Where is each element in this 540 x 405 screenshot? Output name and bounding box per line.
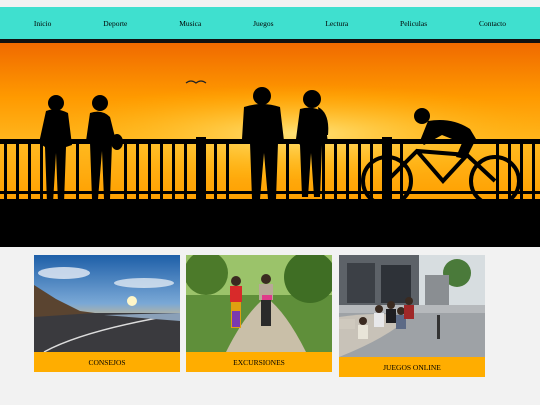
nav-item-peliculas[interactable]: Peliculas [400, 19, 427, 28]
hikers-photo [186, 255, 332, 352]
card-excursiones[interactable]: EXCURSIONES [186, 255, 332, 372]
card-consejos[interactable]: CONSEJOS [34, 255, 180, 372]
nav-item-juegos[interactable]: Juegos [253, 19, 273, 28]
card-caption-consejos: CONSEJOS [34, 352, 180, 372]
top-nav: Inicio Deporte Musica Juegos Lectura Pel… [0, 7, 540, 39]
card-juegos-online[interactable]: JUEGOS ONLINE [339, 255, 485, 377]
hero-banner [0, 39, 540, 247]
students-photo [339, 255, 485, 357]
mountain-road-photo [34, 255, 180, 352]
nav-item-inicio[interactable]: Inicio [34, 19, 52, 28]
card-row: CONSEJOS EXCURSIONES JUEGOS ONLINE [0, 255, 540, 380]
card-caption-excursiones: EXCURSIONES [186, 352, 332, 372]
nav-item-deporte[interactable]: Deporte [103, 19, 127, 28]
hero-sunset-image [0, 39, 540, 247]
nav-item-lectura[interactable]: Lectura [325, 19, 348, 28]
nav-item-musica[interactable]: Musica [179, 19, 201, 28]
card-caption-juegos-online: JUEGOS ONLINE [339, 357, 485, 377]
nav-item-contacto[interactable]: Contacto [479, 19, 506, 28]
